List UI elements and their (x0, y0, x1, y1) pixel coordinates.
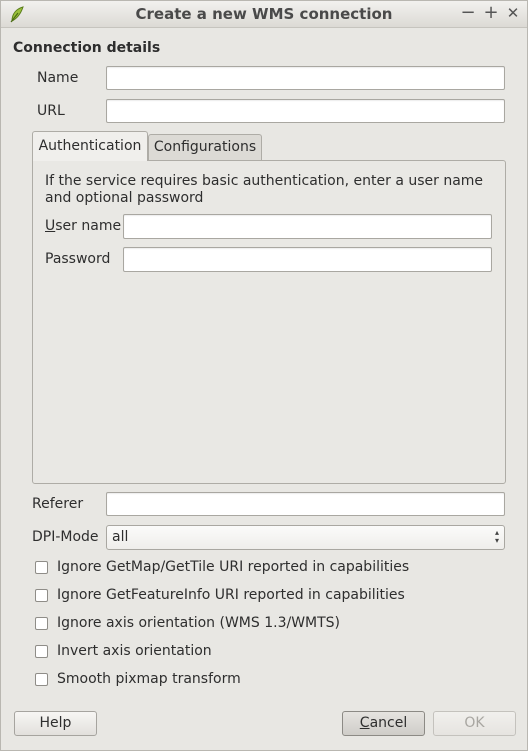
cancel-mnemonic: C (359, 715, 370, 731)
ignore-getmap-label[interactable]: Ignore GetMap/GetTile URI reported in ca… (57, 559, 409, 575)
name-label: Name (37, 70, 79, 86)
username-input[interactable] (123, 214, 492, 239)
referer-input[interactable] (106, 492, 505, 516)
username-label-text: ser name (55, 218, 122, 234)
smooth-pixmap-label[interactable]: Smooth pixmap transform (57, 671, 241, 687)
password-label: Password (45, 251, 111, 267)
ignore-getmap-checkbox[interactable] (35, 561, 48, 574)
invert-axis-orientation-label[interactable]: Invert axis orientation (57, 643, 212, 659)
username-label: User name (45, 218, 121, 234)
smooth-pixmap-checkbox[interactable] (35, 673, 48, 686)
ignore-getfeatureinfo-label[interactable]: Ignore GetFeatureInfo URI reported in ca… (57, 587, 405, 603)
password-input[interactable] (123, 247, 492, 272)
window-title: Create a new WMS connection (135, 5, 393, 23)
minimize-button[interactable]: − (457, 3, 479, 23)
dialog-window: Create a new WMS connection − + ✕ Connec… (0, 0, 528, 751)
ignore-axis-orientation-label[interactable]: Ignore axis orientation (WMS 1.3/WMTS) (57, 615, 340, 631)
ignore-axis-orientation-checkbox[interactable] (35, 617, 48, 630)
ignore-getfeatureinfo-checkbox[interactable] (35, 589, 48, 602)
name-input[interactable] (106, 66, 505, 90)
dpi-mode-label: DPI-Mode (32, 529, 99, 545)
connection-details-heading: Connection details (13, 40, 161, 56)
dpi-mode-value: all (112, 529, 129, 545)
tab-configurations[interactable]: Configurations (148, 134, 262, 160)
dpi-mode-select[interactable]: all ▴ ▾ (106, 525, 505, 550)
maximize-button[interactable]: + (480, 3, 502, 23)
ok-button[interactable]: OK (433, 711, 516, 736)
url-label: URL (37, 103, 65, 119)
authentication-panel (32, 160, 506, 484)
username-mnemonic: U (45, 218, 56, 234)
tab-authentication[interactable]: Authentication (32, 131, 148, 161)
authentication-description: If the service requires basic authentica… (45, 173, 484, 206)
invert-axis-orientation-checkbox[interactable] (35, 645, 48, 658)
close-button[interactable]: ✕ (502, 3, 524, 23)
help-button[interactable]: Help (14, 711, 97, 736)
cancel-label-text: ancel (369, 715, 408, 731)
spinner-arrows-icon: ▴ ▾ (494, 528, 499, 545)
referer-label: Referer (32, 496, 84, 512)
url-input[interactable] (106, 99, 505, 123)
cancel-button[interactable]: Cancel (342, 711, 425, 736)
title-bar[interactable]: Create a new WMS connection − + ✕ (1, 1, 527, 28)
